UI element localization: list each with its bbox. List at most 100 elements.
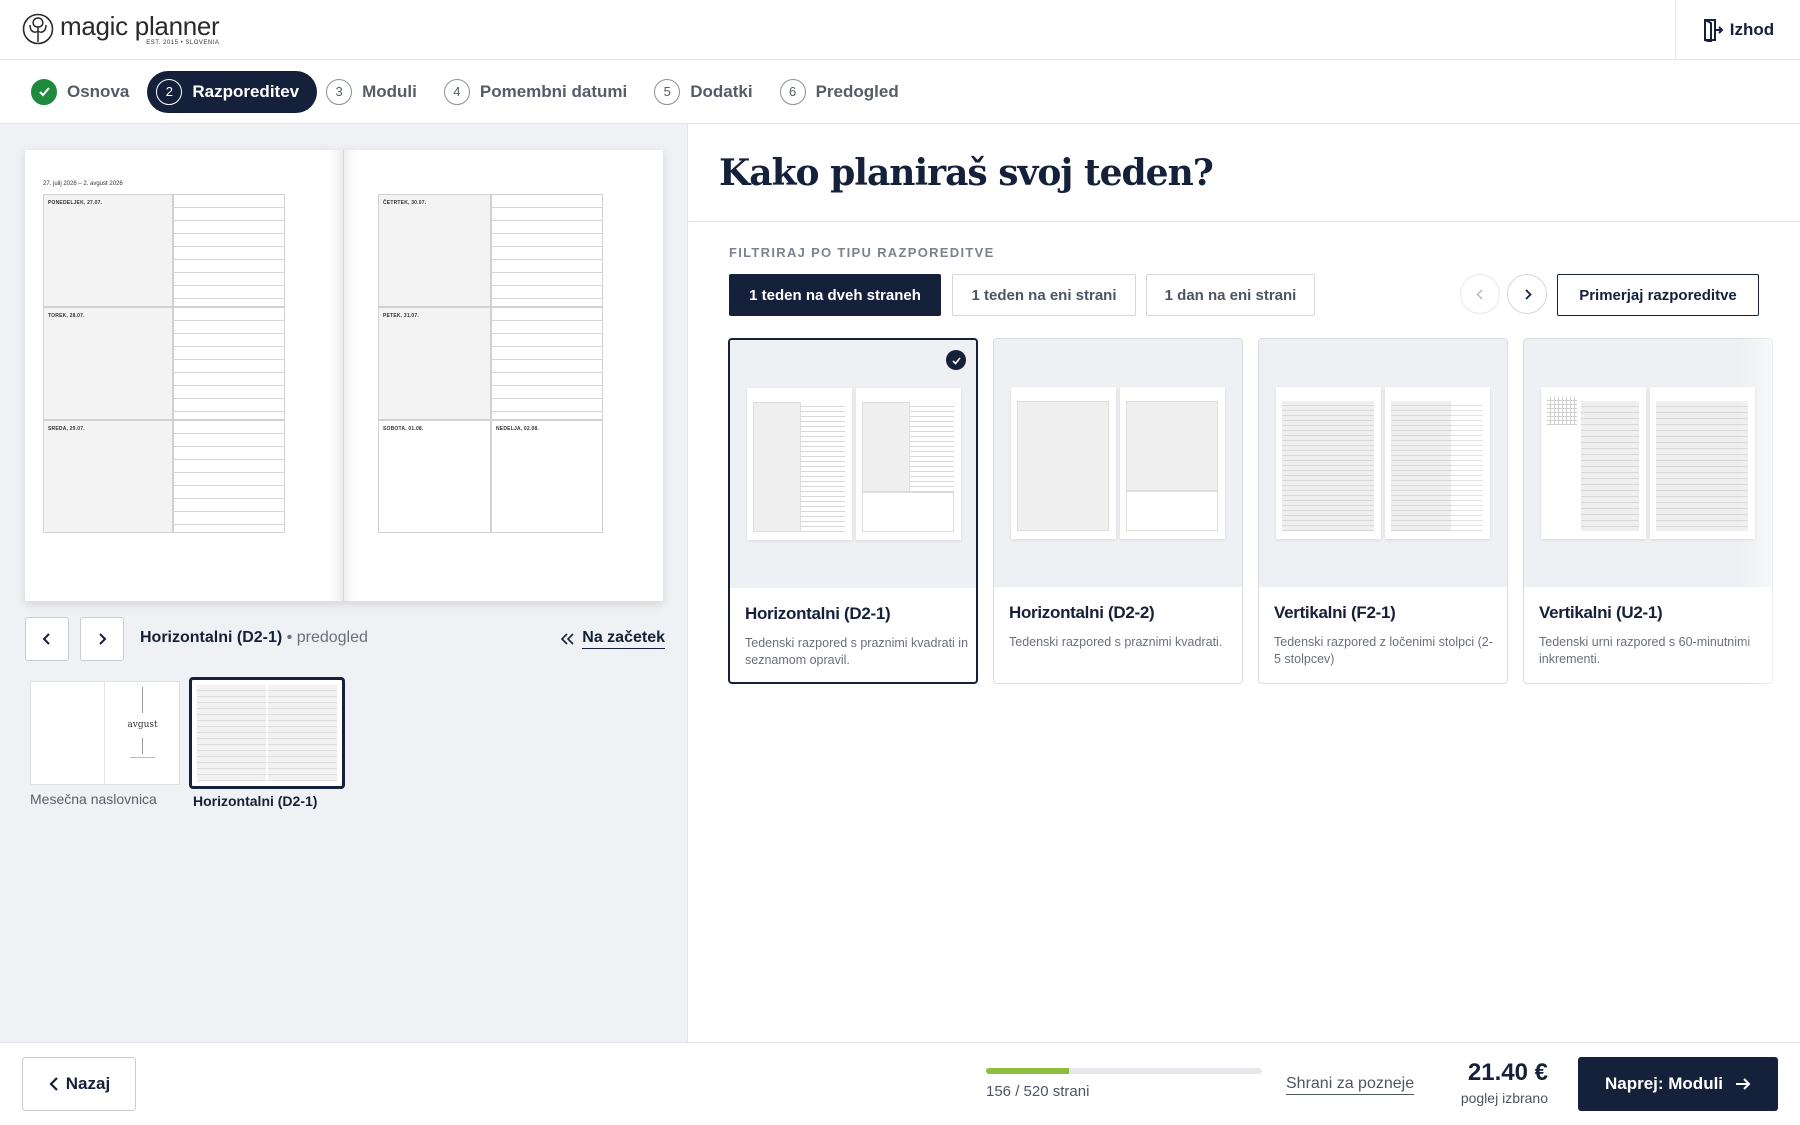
step-label: Moduli [362,81,417,101]
planner-spread-preview: 27. julij 2026 – 2. avgust 2026 PONEDELJ… [25,150,663,601]
layout-title: Vertikalni (U2-1) [1539,603,1663,622]
day-block-tuesday: TOREK, 28.07. [43,307,173,420]
to-start-label: Na začetek [582,629,665,649]
exit-door-icon [1703,19,1724,42]
step-predogled[interactable]: 6 Predogled [771,71,917,113]
day-label: SOBOTA, 01.08. [383,426,424,432]
filter-week-two-pages[interactable]: 1 teden na dveh straneh [729,274,941,316]
day-block-monday: PONEDELJEK, 27.07. [43,194,173,307]
exit-label: Izhod [1729,20,1775,39]
day-block-saturday: SOBOTA, 01.08. [378,420,491,533]
mini-page [856,388,961,540]
layout-preview [994,339,1242,587]
layout-card-d2-1[interactable]: Horizontalni (D2-1) Tedenski razpored s … [728,338,978,684]
next-step-button[interactable]: Naprej: Moduli [1578,1057,1778,1111]
layout-card-d2-2[interactable]: Horizontalni (D2-2) Tedenski razpored s … [993,338,1243,684]
compare-layouts-button[interactable]: Primerjaj razporeditve [1557,274,1759,316]
pages-progress-bar [986,1068,1262,1074]
arrow-right-icon [1736,1078,1751,1090]
day-label: NEDELJA, 02.08. [496,426,540,432]
thumbnail-caption: Mesečna naslovnica [30,791,157,807]
next-page-button[interactable] [80,617,124,661]
layout-card-u2-1[interactable]: Vertikalni (U2-1) Tedenski urni razpored… [1523,338,1773,684]
layout-preview [730,340,976,588]
filter-day-one-page[interactable]: 1 dan na eni strani [1146,274,1315,316]
check-icon [31,78,57,105]
layout-card-f2-1[interactable]: Vertikalni (F2-1) Tedenski razpored z lo… [1258,338,1508,684]
back-button[interactable]: Nazaj [22,1057,136,1111]
step-number: 4 [443,78,470,105]
back-label: Nazaj [65,1074,111,1093]
layout-title: Horizontalni (D2-1) [745,604,891,623]
task-lines [173,420,285,533]
layout-description: Tedenski urni razpored s 60-minutnimi in… [1539,635,1751,666]
week-date-range: 27. julij 2026 – 2. avgust 2026 [43,181,123,187]
step-number: 3 [326,78,353,105]
exit-button[interactable]: Izhod [1675,0,1800,60]
filter-label: FILTRIRAJ PO TIPU RAZPOREDITVE [729,245,995,260]
mini-page [1541,387,1646,539]
month-text: avgust [127,720,158,730]
preview-panel: 27. julij 2026 – 2. avgust 2026 PONEDELJ… [0,124,688,1042]
preview-title: Horizontalni (D2-1) • predogled [140,629,368,647]
preview-suffix: • predogled [286,629,368,646]
chevron-left-icon [1475,288,1483,300]
to-start-link[interactable]: Na začetek [561,629,665,649]
chevron-right-icon [1524,288,1532,300]
save-for-later-link[interactable]: Shrani za pozneje [1286,1075,1415,1095]
prev-page-button[interactable] [25,617,69,661]
carousel-prev-button[interactable] [1460,274,1500,314]
step-moduli[interactable]: 3 Moduli [317,71,435,113]
filter-week-one-page[interactable]: 1 teden na eni strani [952,274,1136,316]
layout-selection-panel: Kako planiraš svoj teden? FILTRIRAJ PO T… [689,124,1800,1042]
carousel-next-button[interactable] [1507,274,1547,314]
thumbnail-horizontal-d2-1[interactable]: Horizontalni (D2-1) [189,677,349,809]
double-chevron-left-icon [561,633,574,645]
step-label: Pomembni datumi [479,81,628,101]
day-block-sunday: NEDELJA, 02.08. [491,420,603,533]
chevron-right-icon [99,633,107,645]
mini-page [1011,387,1116,539]
step-dodatki[interactable]: 5 Dodatki [645,71,770,113]
step-label: Predogled [815,81,899,101]
task-lines [173,194,285,307]
task-lines [491,307,603,420]
layout-preview [1524,339,1772,587]
mini-page [747,388,852,540]
day-label: PETEK, 31.07. [383,313,419,319]
day-label: PONEDELJEK, 27.07. [48,200,103,206]
bottom-bar: Nazaj 156 / 520 strani Shrani za pozneje… [0,1042,1800,1125]
day-block-friday: PETEK, 31.07. [378,307,491,420]
step-label: Osnova [67,81,130,101]
task-lines [173,307,285,420]
layout-description: Tedenski razpored s praznimi kvadrati. [1009,635,1223,649]
thumbnail-image-selected [189,677,345,789]
day-block-thursday: ČETRTEK, 30.07. [378,194,491,307]
logo-name: magic planner [60,11,220,41]
step-label: Razporeditev [192,81,300,101]
task-lines [491,194,603,307]
step-number: 6 [779,78,806,105]
thumbnail-image: avgust [30,681,180,785]
progress-stepper: Osnova 2 Razporeditev 3 Moduli 4 Pomembn… [0,60,1800,124]
layout-preview [1259,339,1507,587]
view-selection-link[interactable]: poglej izbrano [1440,1090,1548,1106]
top-bar: magic planner EST. 2015 • SLOVENIA Izhod [0,0,1800,60]
logo[interactable]: magic planner EST. 2015 • SLOVENIA [22,11,220,46]
step-osnova[interactable]: Osnova [22,71,147,113]
step-pomembni-datumi[interactable]: 4 Pomembni datumi [435,71,645,113]
thumbnail-monthly-cover[interactable]: avgust Mesečna naslovnica [30,681,180,807]
logo-icon [22,13,54,45]
preview-layout-name: Horizontalni (D2-1) [140,629,283,646]
layout-title: Horizontalni (D2-2) [1009,603,1155,622]
step-razporeditev[interactable]: 2 Razporeditev [147,70,318,113]
pages-count: 156 / 520 strani [986,1083,1090,1100]
pages-progress-fill [986,1068,1069,1074]
day-label: SREDA, 29.07. [48,426,85,432]
mini-page [1650,387,1755,539]
layout-description: Tedenski razpored z ločenimi stolpci (2-… [1274,635,1493,666]
divider [689,221,1800,222]
preview-nav: Horizontalni (D2-1) • predogled Na začet… [25,617,665,661]
step-label: Dodatki [690,81,753,101]
day-block-wednesday: SREDA, 29.07. [43,420,173,533]
